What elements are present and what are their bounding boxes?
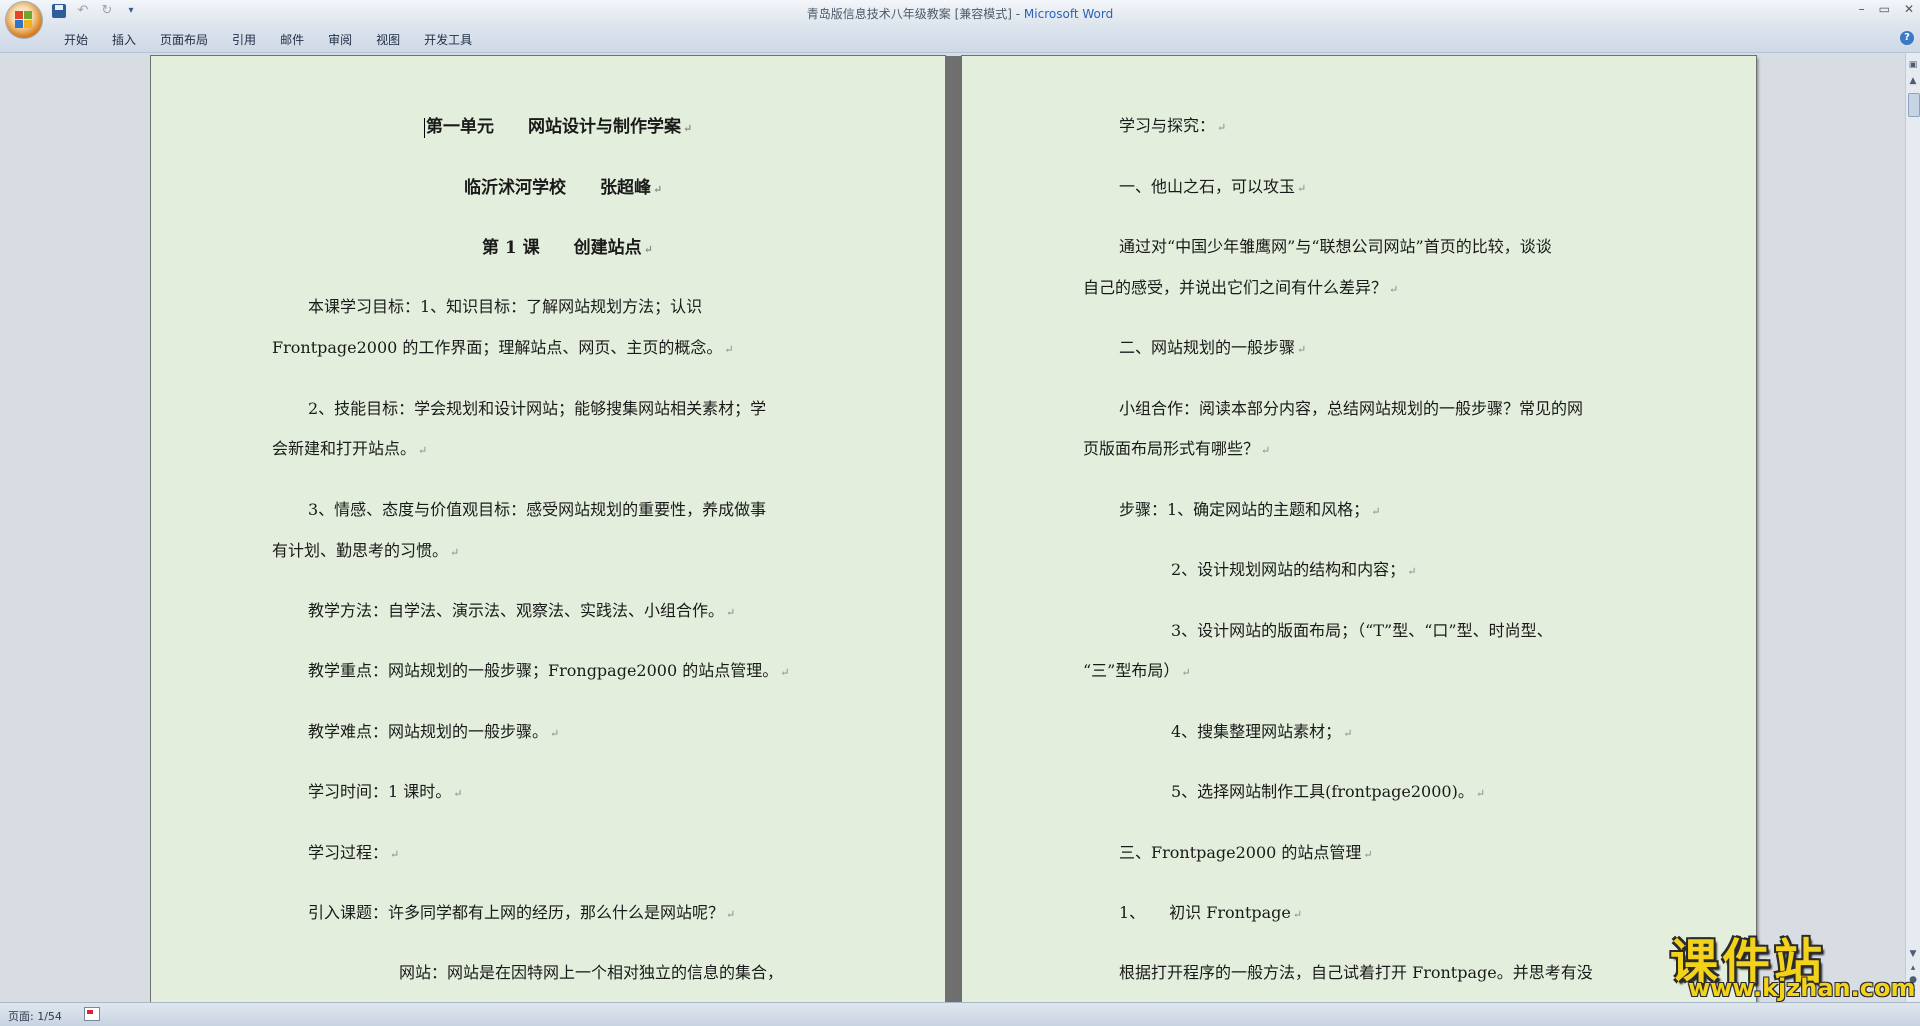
body-line: 小组合作：阅读本部分内容，总结网站规划的一般步骤？常见的网	[1119, 399, 1584, 418]
scroll-down-icon[interactable]: ▼	[1907, 948, 1919, 960]
tab-insert[interactable]: 插入	[100, 29, 148, 51]
document-title: 青岛版信息技术八年级教案 [兼容模式] -	[806, 7, 1024, 21]
body-line: 2、设计规划网站的结构和内容； ↵	[1171, 560, 1417, 579]
tab-review[interactable]: 审阅	[316, 29, 364, 51]
watermark-url: www.kjzhan.com	[1688, 974, 1916, 1002]
body-line: 有计划、勤思考的习惯。 ↵	[272, 541, 460, 560]
body-line: 3、情感、态度与价值观目标：感受网站规划的重要性，养成做事	[308, 500, 767, 519]
tab-references[interactable]: 引用	[220, 29, 268, 51]
body-line: 自己的感受，并说出它们之间有什么差异？ ↵	[1083, 278, 1399, 297]
body-line: 教学重点：网站规划的一般步骤；Frongpage2000 的站点管理。 ↵	[308, 661, 790, 680]
close-button[interactable]: ✕	[1904, 2, 1914, 16]
tab-mailings[interactable]: 邮件	[268, 29, 316, 51]
body-line: 本课学习目标：1、知识目标：了解网站规划方法；认识	[308, 297, 703, 316]
body-line: 根据打开程序的一般方法，自己试着打开 Frontpage。并思考有没	[1119, 963, 1593, 982]
page-count[interactable]: 页面: 1/54	[8, 1008, 62, 1024]
office-logo-icon	[15, 11, 33, 29]
restore-button[interactable]: ▭	[1879, 2, 1890, 16]
lesson-heading: 第 1 课 创建站点 ↵	[482, 238, 653, 258]
ribbon-tab-bar: 开始 插入 页面布局 引用 邮件 审阅 视图 开发工具 ?	[0, 26, 1920, 53]
watermark-logo: 课件站 www.kjzhan.com	[1668, 922, 1915, 1002]
body-line: 一、他山之石，可以攻玉 ↵	[1119, 177, 1307, 196]
document-area[interactable]: 第一单元 网站设计与制作学案 ↵ 临沂沭河学校 张超峰 ↵ 第 1 课 创建站点 ↵ …	[0, 53, 1905, 1002]
body-line: 教学方法：自学法、演示法、观察法、实践法、小组合作。 ↵	[308, 601, 736, 620]
vertical-scrollbar[interactable]: ▣ ▲ ▼ ▴ ● ▾	[1905, 53, 1920, 1002]
body-line: 2、技能目标：学会规划和设计网站；能够搜集网站相关素材；学	[308, 399, 767, 418]
scroll-up-icon[interactable]: ▲	[1907, 75, 1919, 87]
tab-view[interactable]: 视图	[364, 29, 412, 51]
window-title: 青岛版信息技术八年级教案 [兼容模式] - Microsoft Word	[0, 5, 1920, 22]
previous-page-icon[interactable]: ▴	[1907, 962, 1919, 974]
proofing-status-icon[interactable]	[84, 1007, 100, 1021]
body-line: 引入课题：许多同学都有上网的经历，那么什么是网站呢？ ↵	[308, 903, 736, 922]
office-button[interactable]	[6, 2, 42, 38]
scrollbar-thumb[interactable]	[1908, 93, 1920, 117]
ribbon-tabs: 开始 插入 页面布局 引用 邮件 审阅 视图 开发工具	[52, 29, 484, 51]
body-line: 1、 初识 Frontpage ↵	[1119, 903, 1303, 922]
body-line: 学习与探究： ↵	[1119, 116, 1227, 135]
body-line: Frontpage2000 的工作界面；理解站点、网页、主页的概念。 ↵	[272, 338, 734, 357]
body-line: “三”型布局） ↵	[1083, 661, 1191, 680]
tab-developer[interactable]: 开发工具	[412, 29, 484, 51]
body-line: 教学难点：网站规划的一般步骤。 ↵	[308, 722, 560, 741]
status-bar: 页面: 1/54	[0, 1002, 1920, 1026]
minimize-button[interactable]: –	[1859, 2, 1865, 16]
title-bar: ↶ ↻ ▾ 青岛版信息技术八年级教案 [兼容模式] - Microsoft Wo…	[0, 0, 1920, 26]
document-page-1[interactable]: 第一单元 网站设计与制作学案 ↵ 临沂沭河学校 张超峰 ↵ 第 1 课 创建站点 ↵ …	[151, 56, 945, 1002]
body-line: 会新建和打开站点。 ↵	[272, 439, 428, 458]
text-cursor	[424, 117, 425, 138]
author-heading: 临沂沭河学校 张超峰 ↵	[464, 178, 663, 198]
body-line: 5、选择网站制作工具(frontpage2000)。 ↵	[1171, 782, 1486, 801]
body-line: 学习时间：1 课时。 ↵	[308, 782, 463, 801]
body-line: 二、网站规划的一般步骤 ↵	[1119, 338, 1307, 357]
body-line: 4、搜集整理网站素材； ↵	[1171, 722, 1353, 741]
ruler-toggle-icon[interactable]: ▣	[1907, 59, 1919, 71]
window-controls: – ▭ ✕	[1859, 2, 1914, 16]
help-icon[interactable]: ?	[1900, 31, 1914, 45]
body-line: 学习过程： ↵	[308, 843, 400, 862]
body-line: 步骤：1、确定网站的主题和风格； ↵	[1119, 500, 1381, 519]
body-line: 通过对“中国少年雏鹰网”与“联想公司网站”首页的比较，谈谈	[1119, 237, 1552, 256]
unit-heading: 第一单元 网站设计与制作学案 ↵	[424, 117, 693, 138]
body-line: 三、Frontpage2000 的站点管理 ↵	[1119, 843, 1373, 862]
page-divider	[946, 56, 961, 1002]
application-name: Microsoft Word	[1023, 7, 1114, 21]
tab-home[interactable]: 开始	[52, 29, 100, 51]
body-line: 3、设计网站的版面布局；（“T”型、“口”型、时尚型、	[1171, 621, 1553, 640]
body-line: 网站：网站是在因特网上一个相对独立的信息的集合，	[399, 963, 784, 982]
document-page-2[interactable]: 学习与探究： ↵ 一、他山之石，可以攻玉 ↵ 通过对“中国少年雏鹰网”与“联想公司网…	[962, 56, 1756, 1002]
tab-page-layout[interactable]: 页面布局	[148, 29, 220, 51]
body-line: 页版面布局形式有哪些？ ↵	[1083, 439, 1271, 458]
